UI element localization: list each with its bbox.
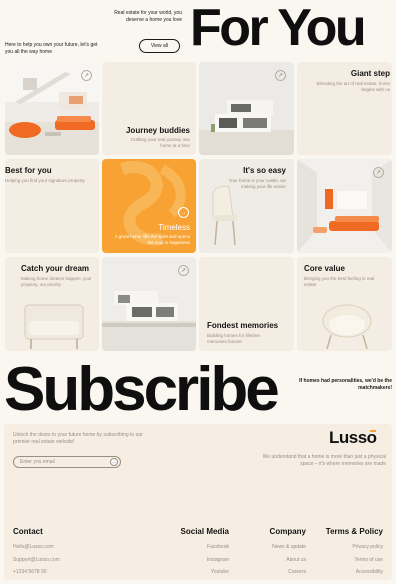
tile-giant-step[interactable]: Giant step Elevating the art of real est… [297,62,392,155]
social-title: Social Media [180,527,229,536]
best-desc: Helping you find your signature property [5,178,85,183]
tile-timeless[interactable]: → Timeless A great home lifts the spirit… [102,159,196,253]
tile-catch-dream[interactable]: Catch your dream Making home dreams happ… [5,257,99,351]
tile-best-for-you[interactable]: Best for you Helping you find your signa… [5,159,99,253]
email-field[interactable]: → [13,456,121,468]
instagram-link[interactable]: Instagram [207,554,229,567]
hero-subtitle: Here to help you own your future, let's … [5,42,98,55]
news-link[interactable]: News & update [272,541,306,554]
arrow-up-right-icon: ↗ [178,265,189,276]
company-links: News & update About us Careers [272,541,306,579]
contact-email[interactable]: Hello@Lusso.com [13,541,60,554]
view-all-button[interactable]: View all [139,39,180,53]
terms-links: Privacy policy Terms of use Accessibilit… [352,541,383,579]
tile-house-2[interactable]: ↗ [102,257,196,351]
tile-modern-house[interactable]: ↗ [199,62,294,155]
giant-step-title: Giant step [350,69,390,78]
hero-title: For You [190,0,367,57]
easy-title: It's so easy [243,166,286,175]
hero-tagline: Real estate for your world, you deserve … [114,10,182,23]
journey-title: Journey buddies [125,126,190,135]
subscribe-title: Subscribe [4,355,280,424]
timeless-title: Timeless [158,223,190,232]
tile-fondest[interactable]: Fondest memories Building homes for life… [199,257,294,351]
tile-living-room[interactable]: ↗ [5,62,99,155]
social-links: Facebook Instagram Youtube [207,541,229,579]
footer-tagline: We understand that a home is more than j… [262,454,386,467]
accessibility-link[interactable]: Accessibility [352,566,383,579]
fondest-desc: Building homes for lifetime memories for… [207,333,260,344]
dream-title: Catch your dream [21,264,90,273]
email-input[interactable] [20,457,110,467]
best-title: Best for you [5,166,52,175]
subscribe-intro: Unlock the doors to your future home by … [13,432,143,445]
arrow-up-right-icon: ↗ [373,167,384,178]
privacy-link[interactable]: Privacy policy [352,541,383,554]
youtube-link[interactable]: Youtube [207,566,229,579]
company-title: Company [269,527,306,536]
contact-phone[interactable]: +1234 5678 90 [13,566,60,579]
fondest-title: Fondest memories [207,321,279,330]
support-email[interactable]: Support@Lusso.com [13,554,60,567]
easy-desc: Your home is your castle, we making your… [228,178,286,189]
armchair-image [24,304,84,349]
logo-accent [370,430,376,432]
terms-of-use-link[interactable]: Terms of use [352,554,383,567]
tile-orange-room[interactable]: ↗ [297,159,392,253]
timeless-desc: A great home lifts the spirit and opens … [114,234,190,245]
arrow-up-right-icon: ↗ [81,70,92,81]
giant-step-desc: Elevating the art of real estate, home b… [316,81,390,92]
arrow-up-right-icon: ↗ [275,70,286,81]
arrow-right-icon: → [178,207,189,218]
about-link[interactable]: About us [272,554,306,567]
contact-title: Contact [13,527,43,536]
arrow-right-icon[interactable]: → [110,458,118,466]
careers-link[interactable]: Careers [272,566,306,579]
contact-links: Hello@Lusso.com Support@Lusso.com +1234 … [13,541,60,579]
tile-journey[interactable]: Journey buddies Crafting your real journ… [102,62,196,155]
terms-title: Terms & Policy [325,527,383,536]
tile-chair[interactable]: It's so easy Your home is your castle, w… [199,159,294,253]
facebook-link[interactable]: Facebook [207,541,229,554]
dream-desc: Making home dreams happen, your property… [21,276,92,287]
tile-core-value[interactable]: Core value Bringing you the best feeling… [297,257,392,351]
round-chair-image [322,304,372,350]
journey-desc: Crafting your real journey one home at a… [130,137,190,148]
footer: Unlock the doors to your future home by … [4,424,392,580]
subscribe-tagline: If homes had personalities, we'd be the … [299,378,392,391]
core-title: Core value [304,264,345,273]
core-desc: Bringing you the best feeling in real es… [304,276,375,287]
